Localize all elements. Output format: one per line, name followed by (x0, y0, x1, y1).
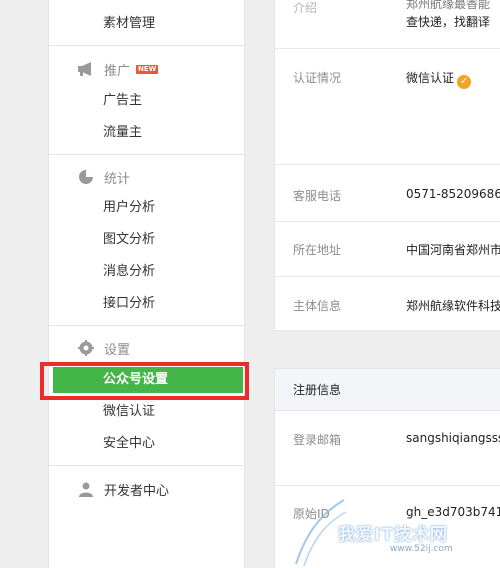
email-value: sangshiqiangsss (406, 431, 500, 445)
sidebar-item-user-analysis[interactable]: 用户分析 (103, 198, 155, 218)
row-divider (275, 276, 500, 277)
section-statistics: 统计 (77, 166, 130, 188)
section-settings: 设置 (77, 337, 130, 359)
user-icon (77, 480, 95, 498)
verify-value: 微信认证 ✓ (406, 69, 472, 89)
account-info-panel: 介绍 郑州航缘最香能 查快递，找翻译 认证情况 微信认证 ✓ 客服电话 0571-… (274, 0, 500, 331)
original-id-value: gh_e3d703b741 (406, 505, 500, 519)
sidebar-item-message-analysis[interactable]: 消息分析 (103, 262, 155, 282)
sidebar-item-api-analysis[interactable]: 接口分析 (103, 294, 155, 314)
phone-value: 0571-85209686 (406, 187, 500, 201)
entity-value: 郑州航缘软件科技 (406, 299, 500, 313)
highlight-annotation (40, 362, 249, 400)
sidebar-item-developer-center[interactable]: 开发者中心 (77, 478, 169, 500)
developer-center-label: 开发者中心 (104, 483, 170, 499)
section-promotion-label: 推广 (104, 63, 131, 79)
entity-label: 主体信息 (293, 299, 342, 313)
sidebar-divider (49, 465, 244, 466)
intro-label: 介绍 (293, 1, 318, 15)
sidebar-item-material[interactable]: 素材管理 (103, 14, 155, 34)
megaphone-icon (77, 60, 95, 78)
sidebar-item-article-analysis[interactable]: 图文分析 (103, 230, 155, 250)
original-id-label: 原始ID (293, 507, 330, 521)
gear-icon (77, 339, 95, 357)
row-divider (275, 485, 500, 486)
sidebar-divider (49, 325, 244, 326)
section-settings-label: 设置 (104, 342, 131, 358)
section-promotion: 推广 NEW (77, 58, 159, 80)
new-badge: NEW (136, 64, 159, 74)
row-divider (275, 48, 500, 49)
address-label: 所在地址 (293, 243, 342, 257)
phone-label: 客服电话 (293, 189, 342, 203)
email-label: 登录邮箱 (293, 433, 342, 447)
sidebar: 素材管理 推广 NEW 广告主 流量主 统计 用户分析 图文分析 消息分析 接口… (48, 0, 245, 568)
address-value: 中国河南省郑州市 (406, 243, 500, 257)
sidebar-item-advertiser[interactable]: 广告主 (103, 91, 142, 111)
registration-panel-title: 注册信息 (293, 383, 342, 397)
verify-label: 认证情况 (293, 71, 342, 85)
registration-panel-header: 注册信息 (275, 369, 500, 411)
row-divider (275, 164, 500, 165)
registration-panel: 注册信息 登录邮箱 sangshiqiangsss 原始ID gh_e3d703… (274, 368, 500, 568)
row-divider (275, 221, 500, 222)
sidebar-item-security-center[interactable]: 安全中心 (103, 434, 155, 454)
section-statistics-label: 统计 (104, 171, 131, 187)
verified-check-icon: ✓ (457, 75, 472, 89)
intro-value-line2: 查快递，找翻译 (406, 15, 491, 29)
sidebar-divider (49, 154, 244, 155)
verify-value-text: 微信认证 (406, 71, 455, 85)
sidebar-divider (49, 45, 244, 46)
pie-chart-icon (77, 168, 95, 186)
intro-value-line1: 郑州航缘最香能 (406, 0, 491, 11)
sidebar-item-traffic-owner[interactable]: 流量主 (103, 123, 142, 143)
sidebar-item-wechat-verify[interactable]: 微信认证 (103, 402, 155, 422)
